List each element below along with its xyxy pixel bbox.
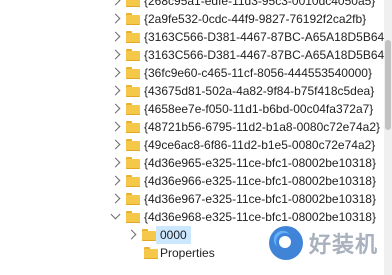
chevron-right-icon[interactable] <box>110 103 121 114</box>
folder-icon <box>126 13 140 25</box>
tree-item-label: {4d36e965-e325-11ce-bfc1-08002be10318} <box>144 156 376 170</box>
folder-icon <box>126 139 140 151</box>
tree-item-3163c566-649[interactable]: {3163C566-D381-4467-87BC-A65A18D5B649 <box>0 46 391 64</box>
tree-item-49ce6ac8[interactable]: {49ce6ac8-6f86-11d2-b1e5-0080c72e74a2} <box>0 136 380 154</box>
folder-icon <box>126 49 140 61</box>
tree-item-label: {3163C566-D381-4467-87BC-A65A18D5B649 <box>144 48 391 62</box>
tree-item-label: {4d36e967-e325-11ce-bfc1-08002be10318} <box>144 192 376 206</box>
tree-item-4d36e967[interactable]: {4d36e967-e325-11ce-bfc1-08002be10318} <box>0 190 380 208</box>
tree-item-43675d81[interactable]: {43675d81-502a-4a82-9f84-b75f418c5dea} <box>0 82 380 100</box>
chevron-right-icon[interactable] <box>110 13 121 24</box>
watermark-logo-icon <box>268 226 303 260</box>
folder-icon <box>126 157 140 169</box>
folder-icon <box>144 247 158 259</box>
tree-item-label: {3163C566-D381-4467-87BC-A65A18D5B648 <box>144 30 391 44</box>
folder-icon <box>126 121 140 133</box>
tree-item-36fc9e60[interactable]: {36fc9e60-c465-11cf-8056-444553540000} <box>0 64 380 82</box>
chevron-right-icon[interactable] <box>110 193 121 204</box>
chevron-right-icon[interactable] <box>110 121 121 132</box>
chevron-right-icon[interactable] <box>126 229 137 240</box>
chevron-right-icon[interactable] <box>110 139 121 150</box>
folder-icon <box>126 211 140 223</box>
chevron-down-icon[interactable] <box>110 209 121 220</box>
tree-item-label: {4d36e966-e325-11ce-bfc1-08002be10318} <box>144 174 376 188</box>
tree-item-268c95a1[interactable]: {268c95a1-edfe-11d3-95c3-0010dc4050a5} <box>0 0 380 10</box>
chevron-right-icon[interactable] <box>110 85 121 96</box>
folder-icon <box>126 67 140 79</box>
watermark-text: 好装机 <box>308 232 378 257</box>
tree-item-label: {268c95a1-edfe-11d3-95c3-0010dc4050a5} <box>144 0 376 8</box>
tree-item-label: {2a9fe532-0cdc-44f9-9827-76192f2ca2fb} <box>144 12 367 26</box>
tree-item-3163c566-648[interactable]: {3163C566-D381-4467-87BC-A65A18D5B648 <box>0 28 391 46</box>
folder-icon <box>126 0 140 7</box>
tree-item-48721b56[interactable]: {48721b56-6795-11d2-b1a8-0080c72e74a2} <box>0 118 380 136</box>
folder-icon <box>126 103 140 115</box>
chevron-right-icon[interactable] <box>110 31 121 42</box>
tree-item-label: 0000 <box>156 226 191 244</box>
tree-item-4658ee7e[interactable]: {4658ee7e-f050-11d1-b6bd-00c04fa372a7} <box>0 100 380 118</box>
folder-icon <box>126 193 140 205</box>
chevron-right-icon[interactable] <box>110 49 121 60</box>
tree-item-label: Properties <box>160 246 215 260</box>
folder-icon <box>142 229 156 241</box>
chevron-right-icon[interactable] <box>110 175 121 186</box>
tree-item-2a9fe532[interactable]: {2a9fe532-0cdc-44f9-9827-76192f2ca2fb} <box>0 10 380 28</box>
folder-icon <box>126 85 140 97</box>
chevron-right-icon[interactable] <box>110 157 121 168</box>
watermark: 好装机 <box>268 223 378 263</box>
tree-item-4d36e965[interactable]: {4d36e965-e325-11ce-bfc1-08002be10318} <box>0 154 380 172</box>
folder-icon <box>126 175 140 187</box>
chevron-right-icon[interactable] <box>110 67 121 78</box>
tree-item-label: {4658ee7e-f050-11d1-b6bd-00c04fa372a7} <box>144 102 374 116</box>
chevron-right-icon[interactable] <box>110 0 121 6</box>
tree-item-label: {49ce6ac8-6f86-11d2-b1e5-0080c72e74a2} <box>144 138 376 152</box>
folder-icon <box>126 31 140 43</box>
tree-item-label: {36fc9e60-c465-11cf-8056-444553540000} <box>144 66 372 80</box>
tree-item-4d36e966[interactable]: {4d36e966-e325-11ce-bfc1-08002be10318} <box>0 172 380 190</box>
vertical-scrollbar[interactable] <box>384 0 392 275</box>
scrollbar-thumb[interactable] <box>385 40 391 130</box>
tree-item-label: {43675d81-502a-4a82-9f84-b75f418c5dea} <box>144 84 375 98</box>
tree-item-label: {48721b56-6795-11d2-b1a8-0080c72e74a2} <box>144 120 380 134</box>
